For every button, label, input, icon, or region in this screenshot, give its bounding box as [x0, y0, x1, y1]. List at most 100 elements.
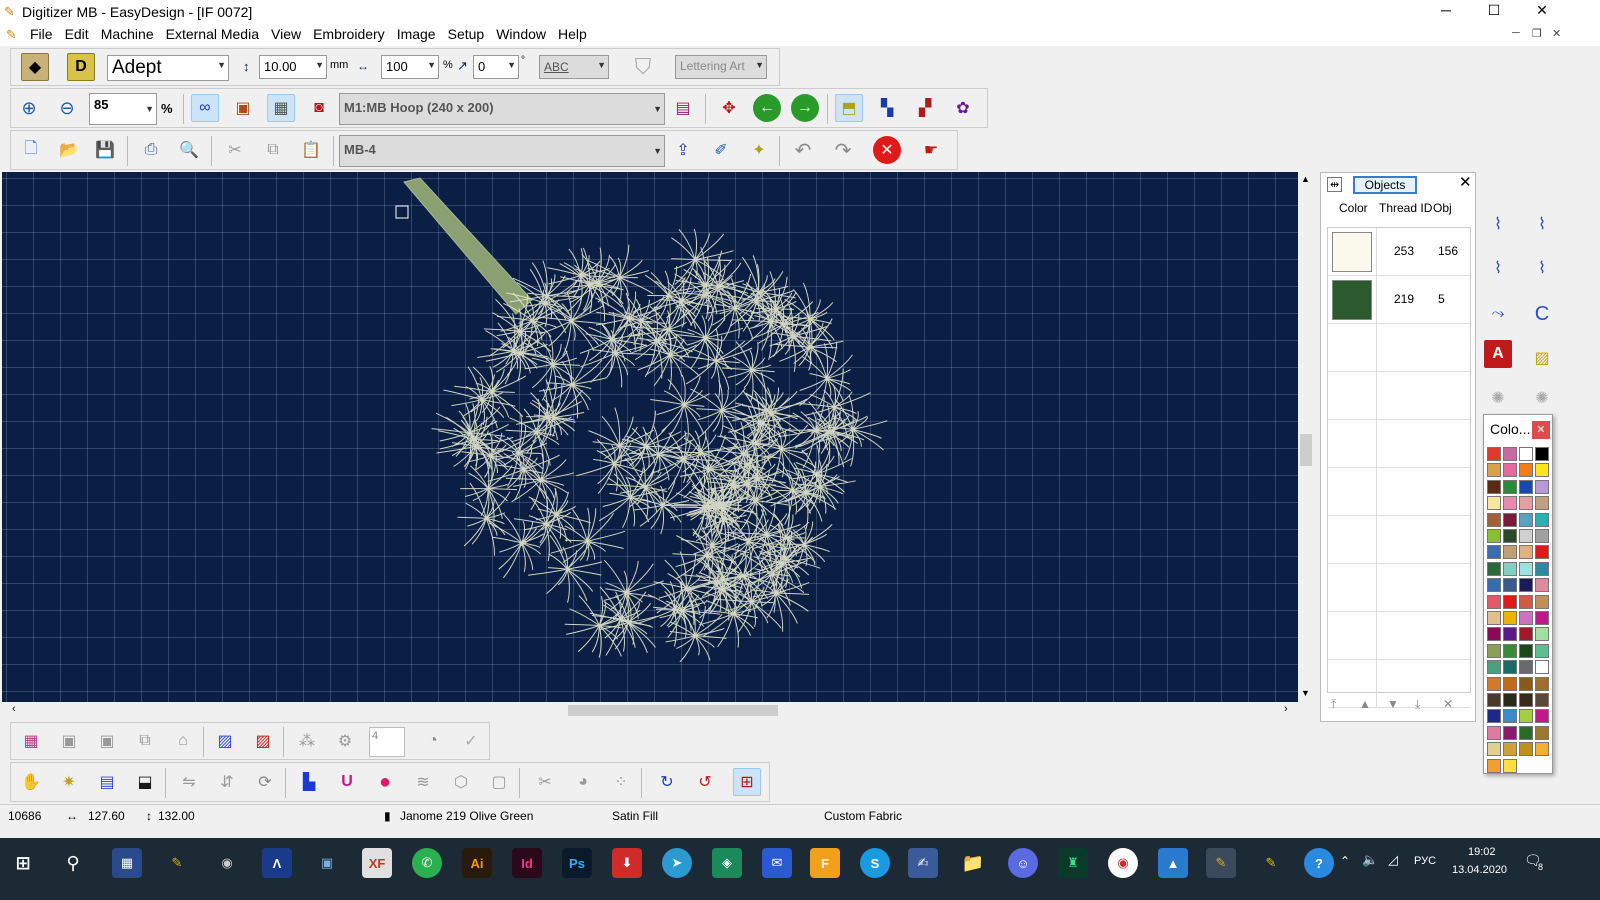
circle-fill-icon[interactable]: ● — [371, 768, 399, 796]
abc-select[interactable]: ABC ▼ — [539, 55, 609, 79]
back-arrow-icon[interactable]: ← — [753, 94, 781, 122]
volume-icon[interactable]: 🔈 — [1362, 852, 1378, 868]
open-folder-icon[interactable]: 📂 — [55, 136, 83, 164]
palette-icon[interactable]: ◕ — [569, 768, 597, 796]
scroll-left-icon[interactable]: ‹ — [12, 703, 16, 715]
array-icon[interactable]: ⁂ — [293, 727, 321, 755]
table-row[interactable]: 219 5 — [1328, 276, 1470, 324]
fill-pattern-2-icon[interactable]: ▨ — [249, 727, 277, 755]
print-icon[interactable]: ⎙ — [137, 136, 165, 164]
rotate-cw-icon[interactable]: ↻ — [653, 768, 681, 796]
color-swatch[interactable] — [1487, 693, 1501, 707]
taskbar-app-3-icon[interactable]: ◉ — [212, 848, 242, 878]
menu-help[interactable]: Help — [552, 24, 593, 44]
input-language[interactable]: РУС — [1414, 855, 1436, 867]
taskbar-app-6-icon[interactable]: ◈ — [712, 848, 742, 878]
move-down-icon[interactable]: ▼ — [1387, 697, 1399, 711]
color-swatch[interactable] — [1535, 627, 1549, 642]
color-swatch[interactable] — [1535, 643, 1549, 658]
color-swatch[interactable] — [1503, 545, 1517, 560]
color-swatch[interactable] — [1503, 709, 1517, 724]
color-swatch[interactable] — [1519, 660, 1533, 675]
hoop-select[interactable]: M1:MB Hoop (240 x 200) ▼ — [339, 93, 665, 125]
paste-icon[interactable]: 📋 — [297, 136, 325, 164]
design-canvas[interactable] — [2, 172, 1298, 702]
check-icon[interactable]: ✓ — [457, 727, 485, 755]
glasses-icon[interactable]: ∞ — [191, 94, 219, 122]
color-swatch[interactable] — [1503, 742, 1517, 757]
digitizer-taskbar-icon[interactable]: ✎ — [1206, 848, 1236, 878]
color-swatch[interactable] — [1519, 578, 1533, 593]
discord-icon[interactable]: ☺ — [1008, 848, 1038, 878]
color-swatch[interactable] — [1487, 578, 1501, 593]
color-swatch[interactable] — [1487, 611, 1501, 625]
color-swatch[interactable] — [1503, 463, 1517, 478]
embroidery-design[interactable] — [2, 172, 1298, 702]
color-swatch[interactable] — [1487, 512, 1501, 527]
vertical-scrollbar[interactable]: ▲ ▼ — [1298, 172, 1314, 702]
taskbar-app-2-icon[interactable]: ✎ — [162, 848, 192, 878]
color-table-icon[interactable]: ▦ — [17, 727, 45, 755]
color-swatch[interactable] — [1519, 545, 1533, 560]
color-swatch[interactable] — [1535, 611, 1549, 625]
mirror-icon[interactable]: ⇋ — [175, 768, 203, 796]
color-swatch[interactable] — [1487, 725, 1501, 740]
taskbar-app-1-icon[interactable]: ▦ — [112, 848, 142, 878]
color-sort-icon[interactable]: ▞ — [911, 94, 939, 122]
rotate-icon[interactable]: ◔ — [419, 727, 447, 755]
machine-select[interactable]: MB-4 ▼ — [339, 135, 665, 167]
magnet-icon[interactable]: U — [333, 768, 361, 796]
rotate-ccw-icon[interactable]: ↺ — [691, 768, 719, 796]
taskbar-app-7-icon[interactable]: F — [810, 848, 840, 878]
color-swatch[interactable] — [1487, 447, 1501, 461]
color-swatch[interactable] — [1487, 545, 1501, 560]
table-row[interactable] — [1328, 324, 1470, 372]
color-swatch[interactable] — [1503, 693, 1517, 707]
vertical-scroll-thumb[interactable] — [1300, 434, 1312, 466]
color-swatch[interactable] — [1487, 479, 1501, 494]
table-row[interactable]: 253 156 — [1328, 228, 1470, 276]
menu-embroidery[interactable]: Embroidery — [307, 24, 391, 44]
table-row[interactable] — [1328, 612, 1470, 660]
taskbar-app-4-icon[interactable]: Λ — [262, 848, 292, 878]
fill-pattern-icon[interactable]: ▨ — [211, 727, 239, 755]
frame-icon[interactable]: ▢ — [485, 768, 513, 796]
color-swatch[interactable] — [1519, 611, 1533, 625]
scroll-down-icon[interactable]: ▼ — [1301, 688, 1310, 698]
color-swatch[interactable] — [1487, 709, 1501, 724]
panel-pin-icon[interactable]: ⇹ — [1327, 177, 1343, 192]
color-swatch[interactable] — [1535, 594, 1549, 609]
align-icon[interactable]: ▚ — [873, 94, 901, 122]
help-pointer-icon[interactable]: ☛ — [917, 136, 945, 164]
disabled-tool-1-icon[interactable]: ✺ — [1484, 384, 1512, 412]
color-swatch[interactable] — [1487, 742, 1501, 757]
move-up-icon[interactable]: ▲ — [1359, 697, 1371, 711]
panel-close-icon[interactable]: ✕ — [1459, 173, 1472, 191]
tab-objects[interactable]: Objects — [1353, 176, 1417, 194]
select-tool-icon[interactable]: ⬒ — [835, 94, 863, 122]
shield-icon[interactable]: ⛉ — [629, 53, 657, 81]
color-swatch[interactable] — [1487, 627, 1501, 642]
center-icon[interactable]: ✥ — [715, 94, 743, 122]
menu-window[interactable]: Window — [490, 24, 552, 44]
color-swatch[interactable] — [1503, 676, 1517, 691]
color-swatch[interactable] — [1519, 447, 1533, 461]
color-swatch[interactable] — [1503, 578, 1517, 593]
mail-icon[interactable]: ✉ — [762, 848, 792, 878]
height-field[interactable]: 10.00 ▼ — [259, 55, 327, 79]
color-swatch[interactable] — [1519, 479, 1533, 494]
delete-icon[interactable]: ✕ — [873, 136, 901, 164]
slant-field[interactable]: 0 ▼ — [473, 55, 519, 79]
color-swatch[interactable] — [1503, 512, 1517, 527]
help-tray-icon[interactable]: ? — [1304, 848, 1334, 878]
search-icon[interactable]: ⚲ — [58, 848, 88, 878]
wizard-icon[interactable]: ✦ — [745, 136, 773, 164]
color-swatch[interactable] — [1535, 529, 1549, 543]
color-swatch[interactable] — [1519, 594, 1533, 609]
hoop-tool-icon[interactable]: ✐ — [707, 136, 735, 164]
mdi-close-button[interactable]: ✕ — [1552, 27, 1561, 40]
color-swatch[interactable] — [1503, 529, 1517, 543]
copy-icon[interactable]: ⧉ — [259, 136, 287, 164]
color-swatch[interactable] — [1535, 479, 1549, 494]
color-swatch[interactable] — [1519, 529, 1533, 543]
